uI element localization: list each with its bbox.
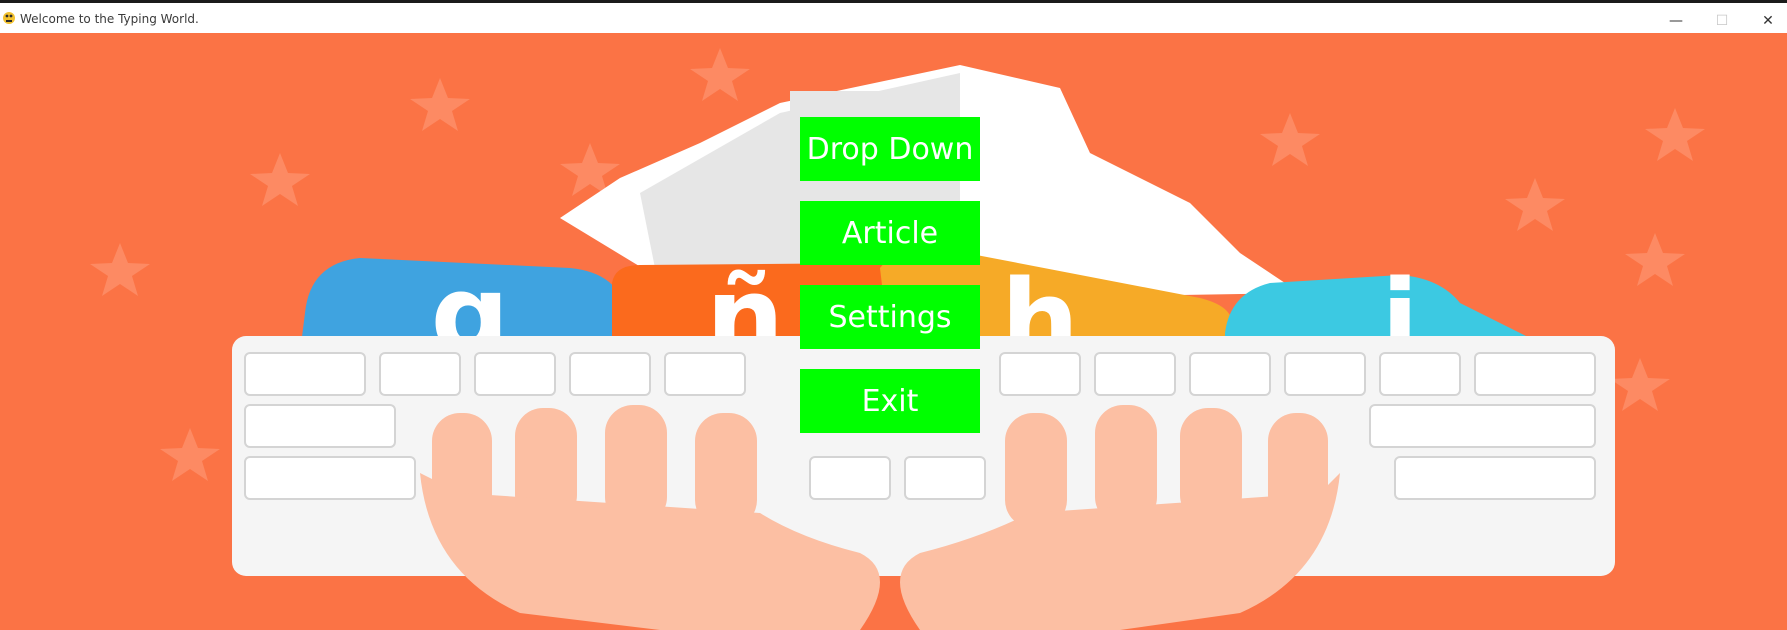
minimize-icon: —: [1669, 13, 1683, 29]
settings-button[interactable]: Settings: [800, 285, 980, 349]
drop-down-button[interactable]: Drop Down: [800, 117, 980, 181]
close-button[interactable]: ✕: [1745, 6, 1787, 36]
title-bar[interactable]: Welcome to the Typing World. — ☐ ✕: [0, 3, 1787, 33]
pygame-snake-icon: [3, 12, 15, 24]
maximize-button[interactable]: ☐: [1699, 6, 1745, 36]
exit-button[interactable]: Exit: [800, 369, 980, 433]
window-title: Welcome to the Typing World.: [20, 12, 199, 26]
close-icon: ✕: [1762, 13, 1774, 29]
app-window: Welcome to the Typing World. — ☐ ✕ g ñ h…: [0, 0, 1787, 630]
game-canvas: g ñ h i Drop Down Article Settings Exit: [0, 33, 1787, 630]
maximize-icon: ☐: [1715, 13, 1729, 29]
minimize-button[interactable]: —: [1653, 6, 1699, 36]
article-button[interactable]: Article: [800, 201, 980, 265]
